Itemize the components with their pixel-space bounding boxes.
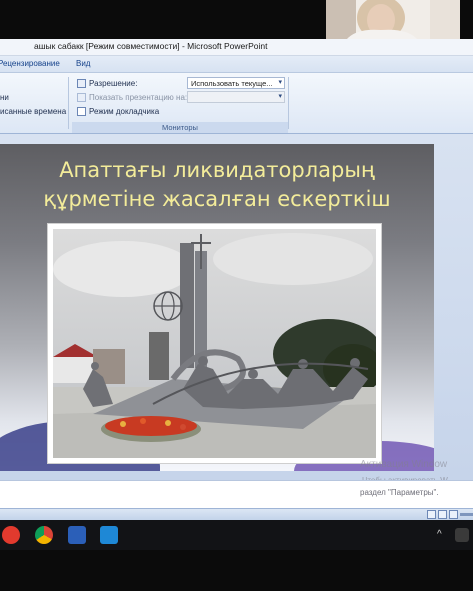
resolution-label: Разрешение: — [89, 79, 138, 88]
slide-title-line-2: құрметіне жасалған ескерткіш — [43, 187, 391, 211]
status-bar — [0, 508, 473, 520]
tray-chevron-icon[interactable]: ^ — [437, 529, 442, 540]
monitor-show-icon — [77, 93, 86, 102]
monument-photo[interactable] — [47, 223, 382, 464]
ribbon-separator — [68, 77, 69, 129]
normal-view-icon[interactable] — [427, 510, 436, 519]
window-title: ашык сабакк [Режим совместимости] - Micr… — [34, 41, 268, 51]
network-icon[interactable] — [455, 528, 469, 542]
slide-sorter-icon[interactable] — [438, 510, 447, 519]
show-on-select[interactable]: ▾ — [187, 91, 285, 103]
slideshow-icon[interactable] — [449, 510, 458, 519]
chevron-down-icon: ▾ — [278, 79, 282, 86]
presenter-view-label: Режим докладчика — [89, 107, 160, 116]
slide-title-line-1: Апаттағы ликвидаторларың — [59, 158, 375, 182]
tab-review[interactable]: Рецензирование — [0, 59, 60, 68]
activation-watermark: Активация Window — [360, 459, 448, 470]
ribbon-left-item-1[interactable]: ни — [0, 93, 9, 102]
window-titlebar: ашык сабакк [Режим совместимости] - Micr… — [0, 39, 473, 56]
screen: ашык сабакк [Режим совместимости] - Micr… — [0, 0, 473, 591]
slide[interactable]: Апаттағы ликвидаторларың құрметіне жасал… — [0, 144, 434, 471]
presenter-view-checkbox[interactable] — [77, 107, 86, 116]
activation-watermark-settings: раздел "Параметры". — [360, 488, 439, 497]
monitors-group-label: Мониторы — [72, 122, 288, 133]
taskbar: ^ — [0, 520, 473, 550]
yandex-browser-icon[interactable] — [2, 526, 20, 544]
chevron-down-icon: ▾ — [278, 93, 282, 100]
monument-image — [53, 229, 376, 458]
slide-title[interactable]: Апаттағы ликвидаторларың құрметіне жасал… — [10, 156, 424, 214]
monitor-icon — [77, 79, 86, 88]
zoom-slider[interactable] — [460, 513, 473, 516]
ribbon-separator — [288, 77, 289, 129]
video-app-icon[interactable] — [100, 526, 118, 544]
chrome-icon[interactable] — [35, 526, 53, 544]
resolution-value: Использовать текуще... — [191, 79, 273, 88]
ribbon-left-item-2[interactable]: исанные времена — [0, 107, 66, 116]
ribbon-tabs: Рецензирование Вид — [0, 56, 473, 73]
show-on-label: Показать презентацию на: — [89, 93, 188, 102]
resolution-select[interactable]: Использовать текуще... ▾ — [187, 77, 285, 89]
ribbon: ни исанные времена Разрешение: Использов… — [0, 73, 473, 134]
slide-workspace: Апаттағы ликвидаторларың құрметіне жасал… — [0, 134, 473, 480]
tab-view[interactable]: Вид — [76, 59, 90, 68]
document-app-icon[interactable] — [68, 526, 86, 544]
